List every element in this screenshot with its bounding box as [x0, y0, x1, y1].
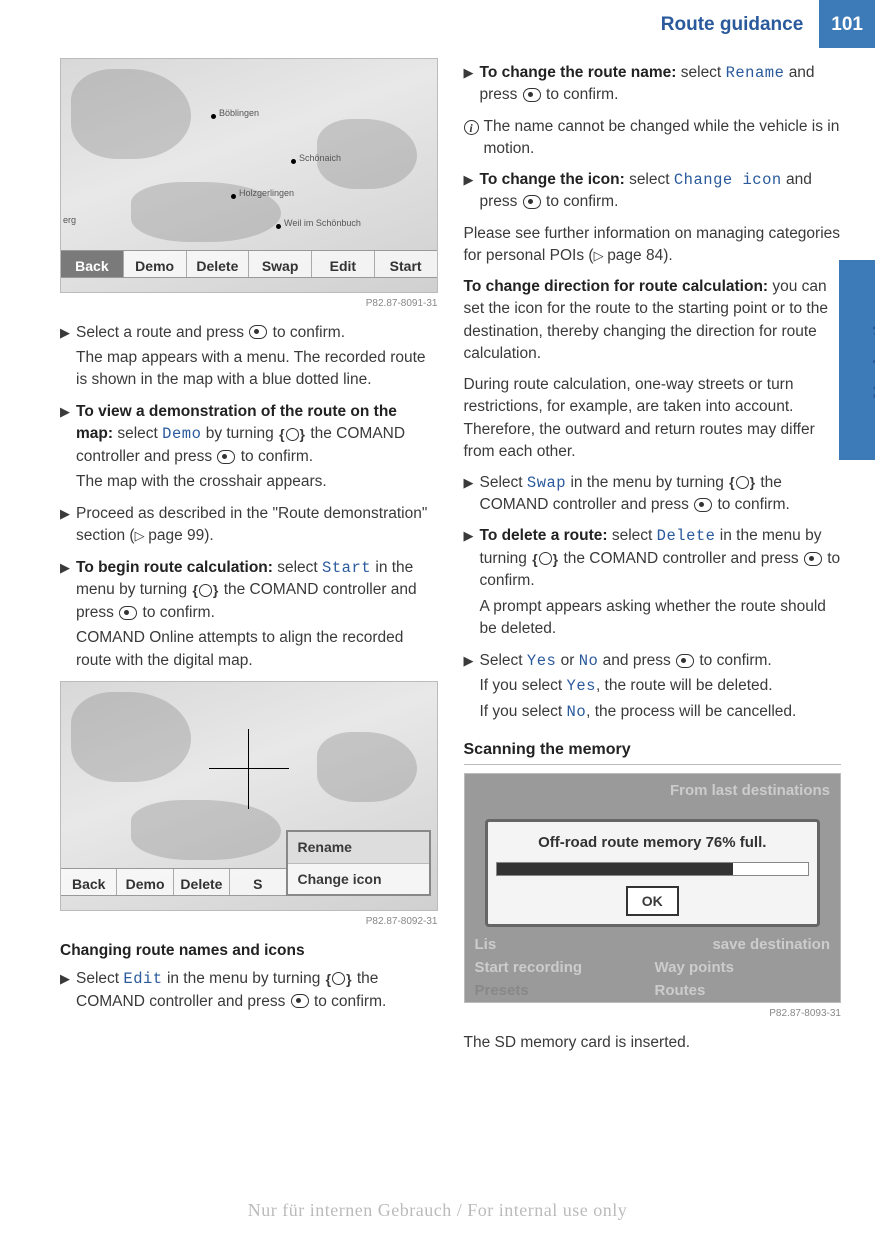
step-yes-no: ▶ Select Yes or No and press to confirm.…: [464, 650, 842, 726]
menu-back: Back: [61, 869, 117, 895]
side-tab-label: Navigation: [871, 302, 875, 399]
figure3-code: P82.87-8093-31: [464, 1007, 842, 1022]
figure1-menubar: Back Demo Delete Swap Edit Start: [61, 250, 437, 278]
step-select-edit: ▶ Select Edit in the menu by turning {} …: [60, 968, 438, 1016]
memory-dialog: Off-road route memory 76% full. OK: [485, 819, 821, 927]
menu-swap: Swap: [249, 251, 312, 277]
step-change-icon: ▶ To change the icon: select Change icon…: [464, 169, 842, 217]
step-marker-icon: ▶: [464, 472, 480, 520]
crosshair-icon: [209, 729, 289, 809]
step-select-route: ▶ Select a route and press to confirm. T…: [60, 322, 438, 395]
step-marker-icon: ▶: [60, 322, 76, 395]
left-column: Böblingen Schönaich Holzgerlingen Weil i…: [60, 58, 438, 1062]
step-proceed-demo: ▶ Proceed as described in the "Route dem…: [60, 503, 438, 551]
step-marker-icon: ▶: [464, 169, 480, 217]
menu-demo: Demo: [124, 251, 187, 277]
turn-controller-icon: {}: [326, 969, 352, 989]
step-change-name: ▶ To change the route name: select Renam…: [464, 62, 842, 110]
memory-ok-button: OK: [626, 886, 679, 916]
menu-delete: Delete: [187, 251, 250, 277]
turn-controller-icon: {}: [192, 580, 218, 600]
header-title: Route guidance: [661, 0, 820, 48]
figure1-code: P82.87-8091-31: [60, 297, 438, 312]
menu-back: Back: [61, 251, 124, 277]
para-sd-card: The SD memory card is inserted.: [464, 1032, 842, 1054]
menu-delete: Delete: [174, 869, 230, 895]
para-further-info: Please see further information on managi…: [464, 223, 842, 268]
press-controller-icon: [249, 325, 267, 339]
press-controller-icon: [804, 552, 822, 566]
press-controller-icon: [291, 994, 309, 1008]
info-note: i The name cannot be changed while the v…: [464, 116, 842, 161]
menu-demo: Demo: [117, 869, 173, 895]
popup-rename: Rename: [288, 832, 429, 863]
right-column: ▶ To change the route name: select Renam…: [464, 58, 842, 1062]
step-view-demo: ▶ To view a demonstration of the route o…: [60, 401, 438, 497]
page-header: Route guidance 101: [0, 0, 875, 48]
press-controller-icon: [523, 88, 541, 102]
memory-message: Off-road route memory 76% full.: [496, 832, 810, 854]
step-marker-icon: ▶: [464, 650, 480, 726]
press-controller-icon: [676, 654, 694, 668]
memory-progress-bar: [496, 862, 810, 876]
step-begin-calc: ▶ To begin route calculation: select Sta…: [60, 557, 438, 675]
para-route-calc: During route calculation, one-way street…: [464, 374, 842, 464]
figure2-menubar: Back Demo Delete S: [61, 868, 287, 896]
turn-controller-icon: {}: [532, 549, 558, 569]
section-scanning-memory: Scanning the memory: [464, 738, 842, 765]
info-icon: i: [464, 116, 484, 161]
para-change-direction: To change direction for route calculatio…: [464, 276, 842, 366]
figure-map-route: Böblingen Schönaich Holzgerlingen Weil i…: [60, 58, 438, 293]
figure2-popup: Rename Change icon: [286, 830, 431, 896]
figure-map-edit: Back Demo Delete S Rename Change icon: [60, 681, 438, 911]
press-controller-icon: [694, 498, 712, 512]
menu-s: S: [230, 869, 286, 895]
menu-edit: Edit: [312, 251, 375, 277]
step-select-swap: ▶ Select Swap in the menu by turning {} …: [464, 472, 842, 520]
popup-change-icon: Change icon: [288, 864, 429, 894]
figure-memory: From last destinations Lis Start recordi…: [464, 773, 842, 1003]
step-marker-icon: ▶: [464, 525, 480, 643]
turn-controller-icon: {}: [279, 424, 305, 444]
watermark: Nur für internen Gebrauch / For internal…: [0, 1200, 875, 1221]
figure2-code: P82.87-8092-31: [60, 915, 438, 930]
press-controller-icon: [523, 195, 541, 209]
step-marker-icon: ▶: [60, 968, 76, 1016]
step-delete-route: ▶ To delete a route: select Delete in th…: [464, 525, 842, 643]
step-marker-icon: ▶: [60, 401, 76, 497]
turn-controller-icon: {}: [729, 472, 755, 492]
press-controller-icon: [119, 606, 137, 620]
menu-start: Start: [375, 251, 437, 277]
press-controller-icon: [217, 450, 235, 464]
side-tab-bg: [839, 260, 875, 460]
step-marker-icon: ▶: [60, 503, 76, 551]
subhead-changing-names: Changing route names and icons: [60, 940, 438, 962]
step-marker-icon: ▶: [464, 62, 480, 110]
step-marker-icon: ▶: [60, 557, 76, 675]
page-number: 101: [819, 0, 875, 48]
